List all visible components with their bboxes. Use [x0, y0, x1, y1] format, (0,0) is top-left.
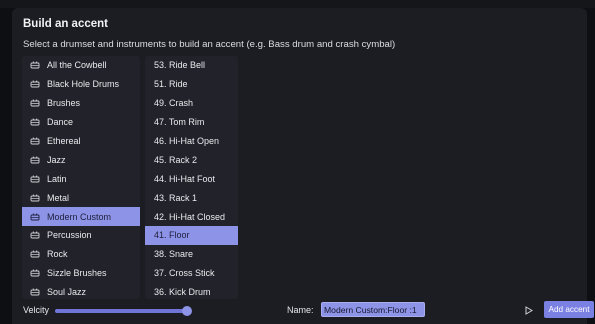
instrument-item[interactable]: 42. Hi-Hat Closed [145, 207, 238, 226]
instrument-item[interactable]: 43. Rack 1 [145, 188, 238, 207]
accent-name-input[interactable] [321, 302, 425, 317]
velocity-slider-thumb[interactable] [181, 306, 192, 316]
dialog-title: Build an accent [23, 18, 108, 30]
drumset-item-label: Percussion [47, 230, 92, 241]
instrument-item[interactable]: 47. Tom Rim [145, 113, 238, 132]
instrument-item[interactable]: 51. Ride [145, 75, 238, 94]
play-triangle-icon [525, 305, 533, 315]
velocity-slider[interactable] [55, 306, 192, 316]
drumset-item[interactable]: All the Cowbell [22, 56, 140, 75]
instrument-item[interactable]: 37. Cross Stick [145, 264, 238, 283]
instrument-item-label: 43. Rack 1 [154, 192, 198, 203]
drum-icon [30, 99, 40, 107]
build-accent-dialog: Build an accent Select a drumset and ins… [12, 8, 594, 324]
drum-icon [30, 61, 40, 69]
drumset-item[interactable]: Metal [22, 188, 140, 207]
drumset-item-label: Soul Jazz [47, 287, 87, 298]
drumset-item[interactable]: Sizzle Brushes [22, 264, 140, 283]
instrument-item-label: 51. Ride [154, 79, 188, 90]
drumset-item[interactable]: Rock [22, 245, 140, 264]
drumset-item[interactable]: Ethereal [22, 132, 140, 151]
drum-icon [30, 118, 40, 126]
drumset-item[interactable]: Latin [22, 169, 140, 188]
drumset-item-label: Brushes [47, 98, 81, 109]
drumset-item[interactable]: Modern Custom [22, 207, 140, 227]
instrument-item-label: 45. Rack 2 [154, 154, 198, 165]
drumset-item-label: Modern Custom [47, 211, 112, 222]
instrument-item[interactable]: 45. Rack 2 [145, 150, 238, 169]
dialog-subtitle: Select a drumset and instruments to buil… [23, 39, 396, 50]
instrument-item[interactable]: 36. Kick Drum [145, 283, 238, 299]
instrument-item-label: 44. Hi-Hat Foot [154, 173, 216, 184]
drum-icon [30, 80, 40, 88]
drumset-item-label: Latin [47, 173, 67, 184]
add-accent-button[interactable]: Add accent [544, 301, 594, 318]
instrument-item-label: 41. Floor [154, 230, 190, 241]
velocity-label: Velcity [23, 305, 50, 315]
drumset-item[interactable]: Brushes [22, 94, 140, 113]
instrument-item-label: 47. Tom Rim [154, 117, 205, 128]
instrument-item[interactable]: 44. Hi-Hat Foot [145, 169, 238, 188]
instrument-item[interactable]: 53. Ride Bell [145, 56, 238, 75]
velocity-slider-fill [55, 309, 187, 313]
instrument-item[interactable]: 38. Snare [145, 245, 238, 264]
drumset-item-label: Black Hole Drums [47, 79, 120, 90]
play-button[interactable] [523, 304, 535, 316]
instrument-item-label: 36. Kick Drum [154, 287, 211, 298]
drum-icon [30, 269, 40, 277]
drum-icon [30, 175, 40, 183]
drumset-item-label: Ethereal [47, 136, 81, 146]
drumset-item[interactable]: Percussion [22, 226, 140, 245]
drum-icon [30, 193, 40, 202]
bottom-bar: Velcity Name: Add accent [12, 299, 594, 324]
instrument-item-label: 38. Snare [154, 249, 194, 260]
drumset-item[interactable]: Jazz [22, 150, 140, 169]
instrument-item-label: 46. Hi-Hat Open [154, 136, 220, 146]
drum-icon [30, 137, 40, 145]
drum-icon [30, 156, 40, 164]
instrument-item-label: 42. Hi-Hat Closed [154, 211, 226, 222]
drumset-item-label: Jazz [47, 154, 66, 165]
drum-icon [30, 212, 40, 221]
drumset-item-label: Sizzle Brushes [47, 268, 107, 279]
instrument-item-label: 37. Cross Stick [154, 268, 215, 279]
instrument-item[interactable]: 41. Floor [145, 226, 238, 245]
drumset-item[interactable]: Soul Jazz [22, 283, 140, 299]
drumset-item-label: Rock [47, 249, 68, 260]
drum-icon [30, 231, 40, 239]
instrument-item[interactable]: 49. Crash [145, 94, 238, 113]
drum-icon [30, 250, 40, 258]
instrument-item-label: 53. Ride Bell [154, 60, 206, 71]
drumset-item-label: Dance [47, 117, 74, 128]
drumset-item-label: All the Cowbell [47, 60, 107, 71]
instrument-list: 53. Ride Bell 51. Ride 49. Crash 47. Tom Ri… [145, 56, 238, 299]
drumset-list: All the Cowbell Black Hole Drums Brushes Da… [22, 56, 140, 299]
instrument-item[interactable]: 46. Hi-Hat Open [145, 132, 238, 151]
name-label: Name: [287, 305, 314, 315]
drum-icon [30, 288, 40, 296]
drumset-item[interactable]: Dance [22, 113, 140, 132]
background-window-strip [0, 0, 595, 8]
drumset-item-label: Metal [47, 192, 70, 203]
drumset-item[interactable]: Black Hole Drums [22, 75, 140, 94]
instrument-item-label: 49. Crash [154, 98, 194, 109]
